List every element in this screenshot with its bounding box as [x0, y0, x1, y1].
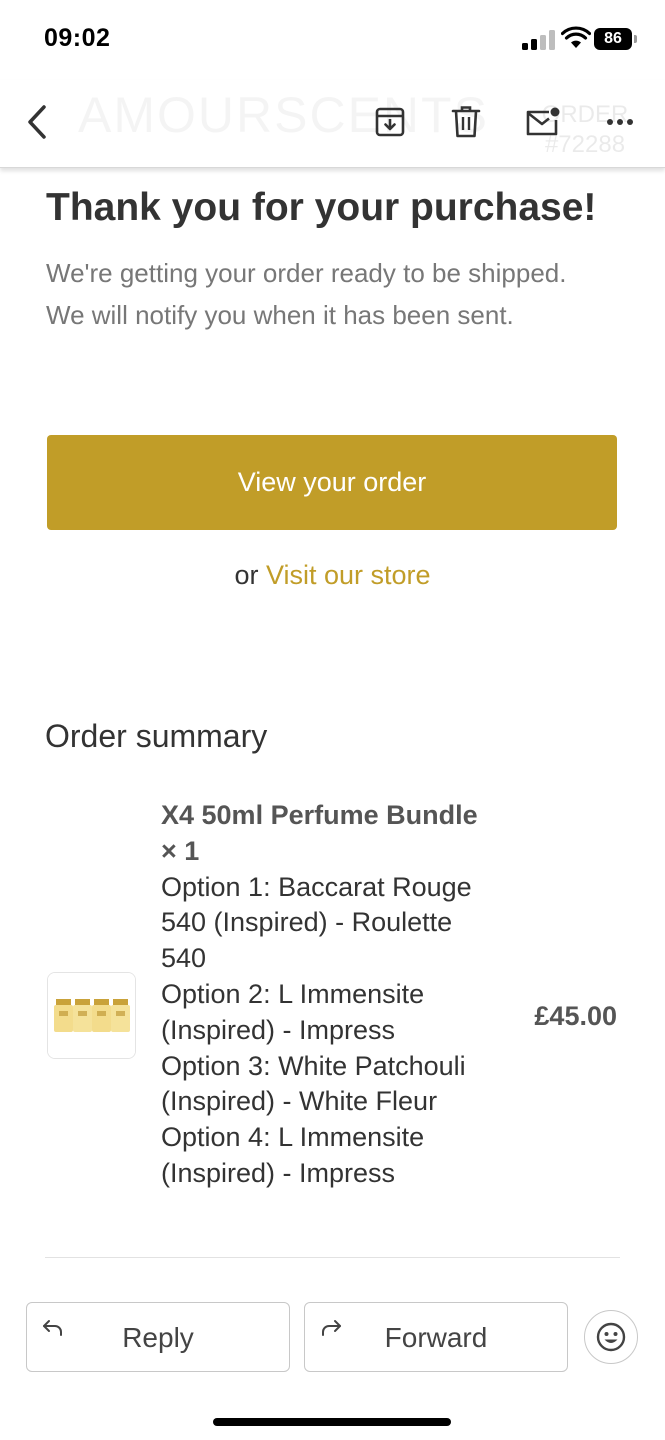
battery-indicator: 86	[594, 28, 638, 52]
item-option-4: Option 4: L Immensite (Inspired) - Impre…	[161, 1122, 425, 1188]
mark-unread-icon	[526, 107, 560, 136]
battery-tip	[634, 35, 637, 43]
email-headline: Thank you for your purchase!	[46, 186, 597, 229]
forward-label: Forward	[384, 1322, 488, 1353]
item-option-2: Option 2: L Immensite (Inspired) - Impre…	[161, 978, 425, 1045]
perfume-bottles-image	[48, 973, 135, 1058]
archive-icon	[375, 107, 405, 137]
ghost-brand-text: AMOURSCENTS	[78, 86, 489, 144]
reply-button[interactable]: Reply	[26, 1302, 290, 1372]
item-option-3: Option 3: White Patchouli (Inspired) - W…	[161, 1050, 466, 1117]
or-text: or	[234, 560, 266, 590]
visit-store-link[interactable]: Visit our store	[266, 560, 431, 590]
email-subtext: We're getting your order ready to be shi…	[46, 258, 567, 330]
item-name: X4 50ml Perfume Bundle × 1	[161, 800, 478, 866]
visit-store-line: or Visit our store	[0, 560, 665, 591]
reply-label: Reply	[122, 1322, 194, 1353]
summary-divider	[45, 1257, 620, 1258]
delete-button[interactable]	[448, 102, 484, 142]
more-options-button[interactable]	[602, 102, 638, 142]
wifi-icon	[561, 26, 591, 48]
product-thumbnail[interactable]	[47, 972, 136, 1059]
forward-button[interactable]: Forward	[304, 1302, 568, 1372]
status-time: 09:02	[44, 24, 111, 52]
chevron-left-icon	[28, 105, 46, 139]
order-item-details: X4 50ml Perfume Bundle × 1 Option 1: Bac…	[161, 798, 491, 1192]
view-order-button[interactable]: View your order	[47, 435, 617, 530]
trash-icon	[451, 106, 481, 138]
mail-toolbar: AMOURSCENTS ORDER #72288	[0, 80, 665, 168]
battery-level: 86	[594, 28, 632, 50]
archive-button[interactable]	[372, 102, 408, 142]
emoji-reaction-button[interactable]	[584, 1310, 638, 1364]
status-bar: 09:02 86	[0, 0, 665, 80]
order-summary-title: Order summary	[45, 718, 268, 754]
back-button[interactable]	[20, 102, 54, 142]
cellular-signal-icon	[522, 30, 555, 50]
more-icon	[607, 119, 633, 125]
mark-unread-button[interactable]	[525, 102, 561, 142]
item-price: £45.00	[534, 1001, 617, 1031]
home-indicator	[213, 1418, 451, 1426]
smiley-icon	[596, 1322, 626, 1352]
item-option-1: Option 1: Baccarat Rouge 540 (Inspired) …	[161, 871, 472, 974]
email-screen: 09:02 86 AMOURSCENTS ORDER #72288	[0, 0, 665, 1440]
